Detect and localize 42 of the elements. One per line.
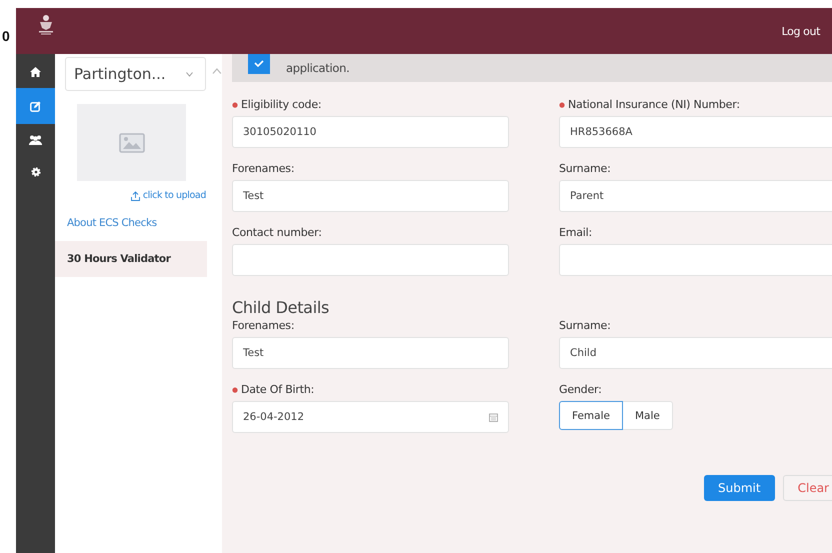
edge-text: 0 — [2, 28, 10, 44]
consent-text: application. — [286, 61, 350, 75]
scroll-up-icon[interactable] — [212, 68, 222, 74]
school-select[interactable]: Partington... — [65, 57, 206, 91]
sidebar-item[interactable]: About ECS Checks — [55, 205, 207, 241]
upload-link[interactable]: click to upload — [130, 190, 206, 201]
input-field[interactable] — [559, 244, 832, 276]
date-field[interactable]: 26-04-2012 — [232, 401, 509, 433]
image-icon — [118, 132, 144, 152]
field-label: Eligibility code: — [232, 98, 322, 111]
field-label: Surname: — [559, 162, 611, 175]
field-label: Gender: — [559, 383, 602, 396]
input-field[interactable] — [232, 244, 509, 276]
submit-button[interactable]: Submit — [704, 475, 775, 501]
input-field[interactable]: Test — [232, 180, 509, 212]
chevron-down-icon — [186, 72, 194, 76]
calendar-icon — [489, 412, 498, 422]
field-label: Forenames: — [232, 319, 294, 332]
field-label: Email: — [559, 226, 592, 239]
consent-checkbox[interactable] — [248, 54, 270, 74]
logout-link[interactable]: Log out — [782, 24, 820, 38]
input-field[interactable]: 30105020110 — [232, 116, 509, 148]
input-field[interactable]: Child — [559, 337, 832, 369]
input-field[interactable]: Test — [232, 337, 509, 369]
field-label: Forenames: — [232, 162, 294, 175]
check-icon — [254, 60, 264, 66]
gender-option[interactable]: Female — [559, 401, 623, 430]
input-field[interactable]: Parent — [559, 180, 832, 212]
field-label: Contact number: — [232, 226, 322, 239]
field-label: Surname: — [559, 319, 611, 332]
users-icon — [29, 135, 42, 145]
edit-icon — [30, 100, 41, 112]
gender-option[interactable]: Male — [622, 401, 673, 430]
sidebar-item[interactable]: 30 Hours Validator — [55, 241, 207, 277]
field-label: Date Of Birth: — [232, 383, 314, 396]
upload-icon — [130, 190, 140, 200]
input-field[interactable]: HR853668A — [559, 116, 832, 148]
field-label: National Insurance (NI) Number: — [559, 98, 740, 111]
home-icon — [30, 67, 41, 77]
settings-icon — [30, 167, 40, 177]
crest-logo — [36, 13, 56, 35]
section-heading: Child Details — [232, 298, 330, 317]
